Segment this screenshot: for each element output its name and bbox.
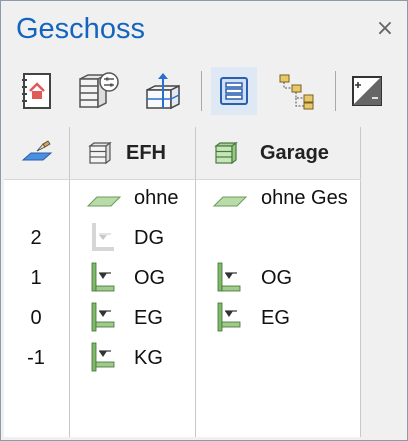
list-view-button[interactable]	[211, 67, 257, 115]
column-header-level[interactable]	[4, 127, 69, 179]
toolbar	[1, 61, 407, 125]
column-header-garage[interactable]: Garage	[196, 127, 361, 179]
efh-storey-ohne[interactable]: ohne	[134, 187, 179, 210]
storey-table: EFH Garage ohne ohne Ges 2 DG 1 OG OG 0 …	[4, 127, 361, 437]
column-divider	[360, 127, 361, 437]
level-number: 0	[30, 307, 42, 329]
storey-panel: Geschoss × EFH Garage ohne ohne Ges 2 DG…	[0, 0, 408, 441]
level-number: 2	[30, 227, 42, 249]
column-header-efh[interactable]: EFH	[70, 127, 195, 179]
storey-gray-icon	[92, 223, 114, 251]
storey-green-icon	[217, 262, 241, 292]
column-divider	[69, 127, 70, 437]
storey-green-icon	[91, 262, 115, 292]
storey-green-icon	[91, 342, 115, 372]
storey-height-button[interactable]	[140, 67, 186, 115]
storey-green-icon	[91, 302, 115, 332]
level-number: -1	[27, 347, 45, 369]
toolbar-separator	[335, 71, 336, 111]
building-stack-icon	[88, 141, 112, 165]
storey-plane-icon	[212, 196, 248, 207]
tree-view-button[interactable]	[275, 67, 321, 115]
column-divider	[195, 127, 196, 437]
garage-storey-ohne[interactable]: ohne Ges	[261, 187, 358, 210]
pencil-plane-icon	[21, 140, 53, 161]
garage-storey-og[interactable]: OG	[261, 267, 292, 290]
notebook-house-icon	[22, 73, 51, 109]
efh-storey-eg[interactable]: EG	[134, 307, 163, 330]
notebook-house-button[interactable]	[13, 67, 59, 115]
list-view-icon	[220, 77, 248, 105]
storey-settings-icon	[79, 72, 119, 109]
column-header-label: EFH	[126, 142, 166, 164]
header-divider	[4, 179, 361, 180]
level-number: 1	[30, 267, 42, 289]
storey-plane-icon	[86, 196, 122, 207]
contrast-icon	[352, 76, 382, 106]
storey-green-icon	[217, 302, 241, 332]
storey-height-icon	[146, 73, 180, 110]
toolbar-separator	[201, 71, 202, 111]
panel-title: Geschoss	[16, 13, 145, 45]
efh-storey-dg[interactable]: DG	[134, 227, 164, 250]
building-stack-green-icon	[214, 141, 238, 165]
efh-storey-kg[interactable]: KG	[134, 347, 163, 370]
efh-storey-og[interactable]: OG	[134, 267, 165, 290]
garage-storey-eg[interactable]: EG	[261, 307, 290, 330]
column-header-label: Garage	[260, 142, 329, 164]
contrast-button[interactable]	[344, 67, 390, 115]
tree-view-icon	[279, 74, 314, 110]
close-button[interactable]: ×	[374, 18, 396, 40]
storey-settings-button[interactable]	[75, 67, 121, 115]
